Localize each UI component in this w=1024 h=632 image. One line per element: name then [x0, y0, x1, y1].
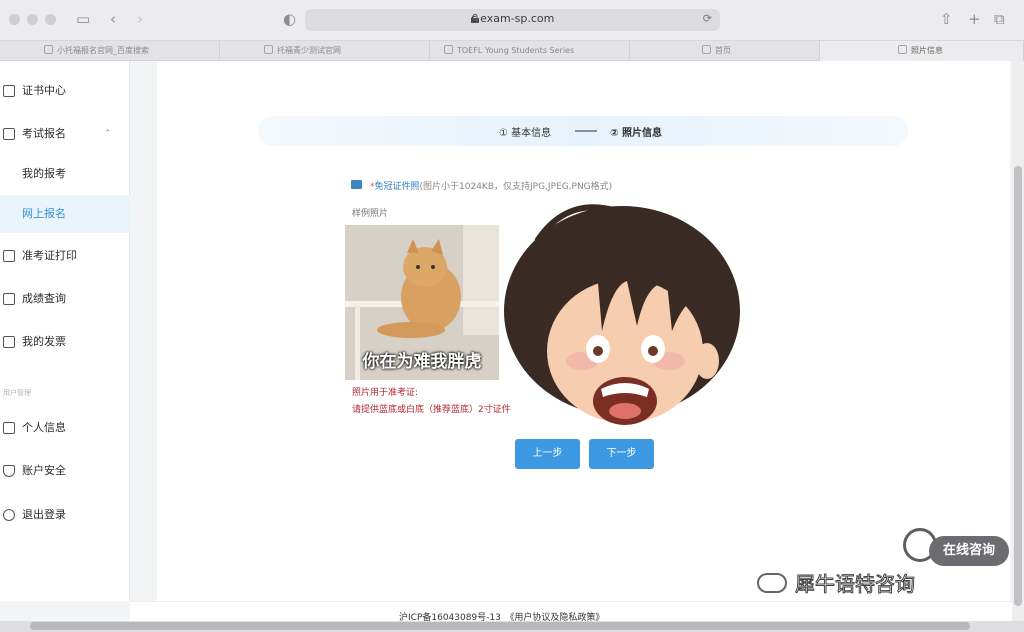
sidebar-group-label: 用户管理 — [3, 389, 31, 397]
share-icon[interactable]: ⇧ — [940, 11, 953, 27]
photo-note-title: 照片用于准考证: — [352, 388, 419, 398]
invoice-icon — [3, 336, 15, 348]
page: 证书中心 考试报名 ⌃ 我的报考 网上报名 准考证打印 成绩查询 我的发票 用户管… — [0, 61, 1024, 632]
photo-requirements: *免冠证件照(图片小于1024KB，仅支持JPG,JPEG,PNG格式) — [370, 179, 612, 192]
window-zoom-button[interactable] — [45, 14, 56, 25]
cartoon-girl-sticker — [504, 204, 740, 425]
sidebar-toggle-icon[interactable]: ▭ — [76, 11, 90, 27]
prev-step-button[interactable]: 上一步 — [515, 439, 580, 469]
photo-note-text: 请提供蓝底或白底（推荐蓝底）2寸证件 — [352, 405, 511, 415]
sidebar-item-scores[interactable]: 成绩查询 — [0, 281, 130, 317]
sidebar-item-label: 我的报考 — [22, 167, 66, 180]
sample-photo: 你在为难我胖虎 — [345, 225, 499, 380]
reload-icon[interactable]: ⟳ — [703, 12, 712, 25]
tab-home[interactable]: 首页 — [630, 41, 820, 61]
sidebar-item-certificates[interactable]: 证书中心 — [0, 73, 130, 109]
tab-label: 小托福报名官网_百度搜索 — [57, 46, 149, 55]
sidebar: 证书中心 考试报名 ⌃ 我的报考 网上报名 准考证打印 成绩查询 我的发票 用户管… — [0, 61, 130, 601]
id-card-icon — [3, 422, 15, 434]
sidebar-item-personal-info[interactable]: 个人信息 — [0, 410, 130, 446]
sample-photo-caption: 你在为难我胖虎 — [362, 352, 482, 372]
image-icon — [351, 180, 362, 189]
chevron-up-icon: ⌃ — [104, 129, 112, 139]
step-connector — [575, 130, 597, 132]
sidebar-item-registration[interactable]: 考试报名 ⌃ — [0, 116, 130, 152]
privacy-shield-icon[interactable]: ◐ — [283, 11, 296, 27]
back-arrow-icon[interactable]: ‹ — [110, 11, 116, 27]
watermark-text: 犀牛语特咨询 — [795, 572, 916, 597]
tab-label: 托福青少测试官网 — [277, 46, 341, 55]
tab-favicon-icon — [444, 45, 453, 54]
tab-baidu[interactable]: 小托福报名官网_百度搜索 — [0, 41, 220, 61]
register-icon — [3, 128, 15, 140]
sidebar-item-online-registration[interactable]: 网上报名 — [0, 195, 130, 233]
vertical-scrollbar-thumb[interactable] — [1014, 166, 1022, 606]
tab-toefl-junior[interactable]: 托福青少测试官网 — [220, 41, 430, 61]
printer-icon — [3, 250, 15, 262]
step-basic-info: ① 基本信息 — [499, 128, 552, 139]
address-bar[interactable]: c.exam-sp.com ⟳ — [305, 9, 720, 31]
forward-arrow-icon[interactable]: › — [137, 11, 143, 27]
sidebar-item-logout[interactable]: 退出登录 — [0, 497, 130, 533]
photo-requirements-text: (图片小于1024KB，仅支持JPG,JPEG,PNG格式) — [419, 182, 613, 192]
tab-favicon-icon — [264, 45, 273, 54]
window-minimize-button[interactable] — [27, 14, 38, 25]
sidebar-item-label: 准考证打印 — [22, 249, 77, 262]
url-text: c.exam-sp.com — [470, 12, 555, 25]
tab-favicon-icon — [898, 45, 907, 54]
new-tab-icon[interactable]: + — [968, 11, 981, 27]
tab-toefl-young[interactable]: TOEFL Young Students Series — [430, 41, 630, 61]
photo-field-title: 免冠证件照 — [374, 182, 420, 192]
sidebar-item-label: 退出登录 — [22, 508, 66, 521]
shield-icon — [3, 465, 15, 477]
tab-label: 照片信息 — [911, 46, 943, 55]
tab-favicon-icon — [44, 45, 53, 54]
sidebar-item-label: 个人信息 — [22, 421, 66, 434]
sidebar-item-label: 证书中心 — [22, 84, 66, 97]
browser-toolbar: ▭ ‹ › ◐ c.exam-sp.com ⟳ ⇧ + ⧉ — [0, 0, 1024, 40]
power-icon — [3, 509, 15, 521]
horizontal-scrollbar-thumb[interactable] — [30, 622, 970, 630]
sidebar-item-invoices[interactable]: 我的发票 — [0, 324, 130, 360]
sidebar-item-admission-ticket[interactable]: 准考证打印 — [0, 238, 130, 274]
sidebar-item-label: 网上报名 — [22, 207, 66, 220]
online-consult-button[interactable]: 在线咨询 — [929, 536, 1009, 566]
sidebar-item-label: 我的发票 — [22, 335, 66, 348]
sidebar-item-label: 考试报名 — [22, 127, 66, 140]
tab-favicon-icon — [702, 45, 711, 54]
sidebar-item-label: 成绩查询 — [22, 292, 66, 305]
wechat-icon — [757, 573, 787, 593]
tab-overview-icon[interactable]: ⧉ — [994, 11, 1005, 27]
sample-photo-label: 样例照片 — [352, 209, 389, 219]
window-close-button[interactable] — [9, 14, 20, 25]
sidebar-item-my-exams[interactable]: 我的报考 — [0, 156, 130, 192]
sidebar-item-account-security[interactable]: 账户安全 — [0, 453, 130, 489]
tab-photo-info[interactable]: 照片信息 — [820, 41, 1024, 61]
step-photo-info: ② 照片信息 — [610, 128, 662, 139]
sidebar-item-label: 账户安全 — [22, 464, 66, 477]
next-step-button[interactable]: 下一步 — [589, 439, 654, 469]
certificate-icon — [3, 85, 15, 97]
tab-label: 首页 — [715, 46, 731, 55]
score-icon — [3, 293, 15, 305]
tab-bar: 小托福报名官网_百度搜索 托福青少测试官网 TOEFL Young Studen… — [0, 40, 1024, 61]
tab-label: TOEFL Young Students Series — [457, 46, 575, 55]
